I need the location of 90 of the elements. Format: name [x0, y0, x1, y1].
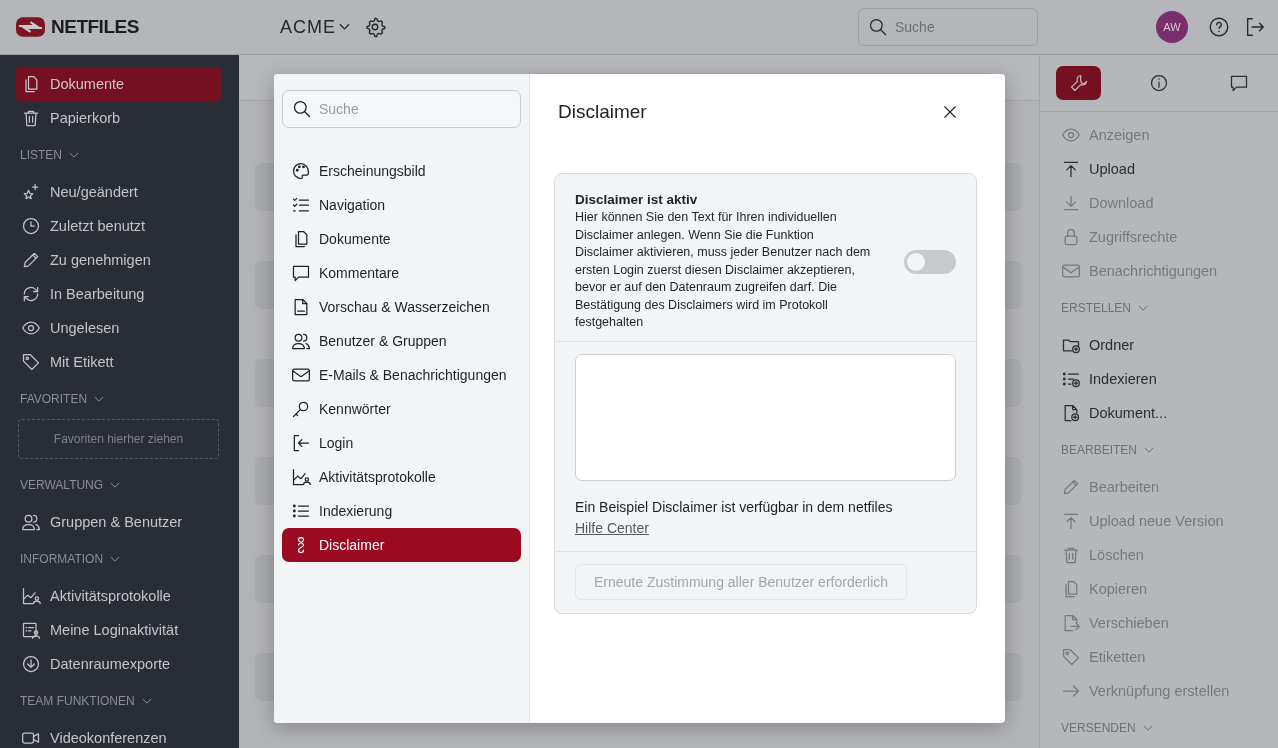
logout-icon[interactable]: [1244, 16, 1266, 38]
section-heading: INFORMATION: [20, 552, 104, 566]
settings-nav-item[interactable]: Navigation: [282, 188, 521, 222]
sidebar-item[interactable]: Gruppen & Benutzer: [15, 505, 222, 539]
setting-description: Hier können Sie den Text für Ihren individuellen Disclaimer anlegen. Wenn Sie die Funktion Disclaimer aktivieren, muss jeder Benutzer nach dem ersten Login zuerst diesen Disclaimer akzeptieren, bevor er auf den Datenraum zugreifen darf. Die Bestätigung des Disclaimers wird im Protokoll festgehalten: [575, 209, 872, 331]
wrench-tab[interactable]: [1056, 66, 1102, 100]
tag-icon: [1061, 647, 1081, 667]
upload-icon: [1061, 159, 1081, 179]
favorites-drop-zone[interactable]: Favoriten hierher ziehen: [18, 419, 219, 459]
section-heading: TEAM FUNKTIONEN: [20, 694, 135, 708]
section-heading: FAVORITEN: [20, 392, 88, 406]
chevron-icon[interactable]: [1144, 446, 1155, 454]
dialog-title: Disclaimer: [558, 101, 647, 123]
refresh-icon: [21, 284, 41, 304]
list-user-icon: [21, 620, 41, 640]
sidebar-item[interactable]: In Bearbeitung: [15, 277, 222, 311]
info-icon: [1149, 73, 1169, 93]
sidebar-item[interactable]: Meine Loginaktivität: [15, 613, 222, 647]
comment-icon: [1229, 73, 1250, 93]
action-item[interactable]: Upload: [1061, 152, 1260, 186]
download-icon: [21, 654, 41, 674]
sidebar-item[interactable]: Papierkorb: [15, 101, 222, 135]
settings-nav-item[interactable]: Dokumente: [282, 222, 521, 256]
login-icon: [291, 433, 311, 453]
settings-nav-item[interactable]: Aktivitätsprotokolle: [282, 460, 521, 494]
section-heading: VERWALTUNG: [20, 478, 104, 492]
action-item[interactable]: Dokument...: [1061, 396, 1260, 430]
settings-nav-item[interactable]: Kommentare: [282, 256, 521, 290]
sidebar-item[interactable]: Videokonferenzen: [15, 721, 222, 748]
search-icon: [868, 17, 888, 37]
users-icon: [291, 331, 311, 351]
chart-user-icon: [291, 467, 311, 487]
logo-icon: [16, 17, 45, 37]
tag-icon: [21, 352, 41, 372]
upload-icon: [1061, 511, 1081, 531]
sparkle-star-icon: [21, 182, 41, 202]
settings-icon[interactable]: [364, 16, 386, 38]
sidebar-item[interactable]: Aktivitätsprotokolle: [15, 579, 222, 613]
chevron-icon[interactable]: [1142, 724, 1153, 732]
sidebar-item[interactable]: Ungelesen: [15, 311, 222, 345]
chevron-icon[interactable]: [141, 697, 152, 705]
section-heading: VERSENDEN: [1061, 721, 1136, 735]
comment-icon: [291, 263, 311, 283]
caret-icon: [339, 23, 350, 31]
sidebar-item[interactable]: Zuletzt benutzt: [15, 209, 222, 243]
chart-user-icon: [21, 586, 41, 606]
settings-nav-item[interactable]: Disclaimer: [282, 528, 521, 562]
user-avatar[interactable]: AW: [1156, 11, 1188, 43]
chevron-icon[interactable]: [1138, 304, 1149, 312]
section-heading: LISTEN: [20, 148, 62, 162]
settings-nav-item[interactable]: E-Mails & Benachrichtigungen: [282, 358, 521, 392]
key-icon: [291, 399, 311, 419]
action-item[interactable]: Indexieren: [1061, 362, 1260, 396]
section-heading: ERSTELLEN: [1061, 301, 1132, 315]
pencil-icon: [1061, 477, 1081, 497]
search-field[interactable]: Suche: [282, 90, 521, 128]
pencil-icon: [21, 250, 41, 270]
sidebar-item[interactable]: Dokumente: [15, 67, 222, 101]
settings-nav-item[interactable]: Erscheinungsbild: [282, 154, 521, 188]
sidebar-item[interactable]: Mit Etikett: [15, 345, 222, 379]
logo-text: NETFILES: [51, 16, 139, 38]
settings-nav-item[interactable]: Indexierung: [282, 494, 521, 528]
sidebar-item[interactable]: Neu/geändert: [15, 175, 222, 209]
palette-icon: [291, 161, 311, 181]
wrench-icon: [1068, 73, 1089, 93]
section-heading: BEARBEITEN: [1061, 443, 1138, 457]
chevron-icon[interactable]: [94, 395, 105, 403]
help-text: Ein Beispiel Disclaimer ist verfügbar in dem netfiles Hilfe Center: [575, 497, 894, 538]
settings-nav-item[interactable]: Vorschau & Wasserzeichen: [282, 290, 521, 324]
action-item[interactable]: Ordner: [1061, 328, 1260, 362]
help-center-link[interactable]: Hilfe Center: [575, 519, 649, 536]
settings-nav-item[interactable]: Login: [282, 426, 521, 460]
chevron-icon[interactable]: [110, 555, 121, 563]
settings-nav-item[interactable]: Kennwörter: [282, 392, 521, 426]
chevron-icon[interactable]: [69, 151, 79, 159]
trash-icon: [1061, 545, 1081, 565]
settings-nav-item[interactable]: Benutzer & Gruppen: [282, 324, 521, 358]
toggle-switch[interactable]: [904, 249, 956, 274]
users-icon: [21, 512, 41, 532]
workspace-dropdown[interactable]: ACME: [280, 16, 350, 38]
search-field[interactable]: Suche: [858, 8, 1038, 46]
sidebar-item[interactable]: Datenraumexporte: [15, 647, 222, 681]
help-icon[interactable]: [1208, 16, 1230, 38]
setting-label: Disclaimer ist aktiv: [575, 192, 699, 207]
clock-icon: [21, 216, 41, 236]
close-icon[interactable]: [941, 103, 959, 121]
sidebar-item[interactable]: Zu genehmigen: [15, 243, 222, 277]
trash-icon: [21, 108, 41, 128]
chevron-icon[interactable]: [110, 481, 121, 489]
download-icon: [1061, 193, 1081, 213]
